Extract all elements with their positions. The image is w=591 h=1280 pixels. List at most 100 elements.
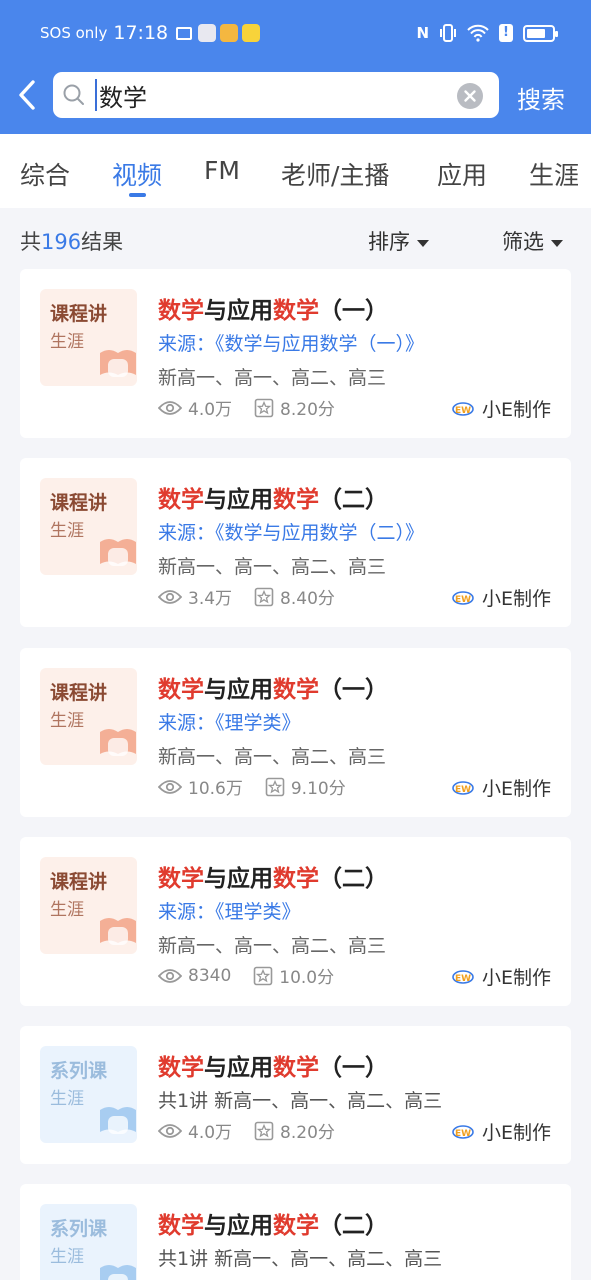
tab-video[interactable]: 视频 — [112, 156, 162, 192]
battery-icon — [523, 24, 558, 42]
book-icon — [100, 729, 136, 756]
view-count: 10.6万 — [188, 779, 243, 799]
tab-comprehensive[interactable]: 综合 — [20, 156, 70, 192]
thumbnail-tag: 系列课 — [50, 1218, 108, 1240]
result-card[interactable]: 课程讲 生涯 数学与应用数学（一） 来源：《数学与应用数学（一）》 新高一、高一、高二、… — [20, 269, 571, 438]
maker-label: 小E制作 — [481, 588, 551, 610]
thumbnail[interactable]: 课程讲 生涯 — [40, 478, 137, 575]
view-count: 4.0万 — [188, 400, 233, 420]
active-tab-indicator — [129, 193, 146, 197]
thumbnail-sub: 生涯 — [50, 900, 84, 920]
thumbnail[interactable]: 课程讲 生涯 — [40, 668, 137, 765]
stats-row: 4.0万 8.20分 — [158, 395, 357, 420]
top-bar: SOS only 17:18 N ! 搜索 — [0, 0, 591, 134]
result-title[interactable]: 数学与应用数学（一） — [158, 670, 388, 704]
filter-dropdown[interactable]: 筛选 — [502, 226, 563, 256]
source-link[interactable]: 来源：《理学类》 — [158, 897, 301, 924]
clear-icon[interactable] — [457, 83, 483, 109]
source-link[interactable]: 来源：《理学类》 — [158, 708, 301, 735]
result-card[interactable]: 课程讲 生涯 数学与应用数学（二） 来源：《理学类》 新高一、高一、高二、高三 8340 1… — [20, 837, 571, 1006]
result-card[interactable]: 课程讲 生涯 数学与应用数学（二） 来源：《数学与应用数学（二）》新高一、高一、高二、… — [20, 458, 571, 627]
tab-career[interactable]: 生涯 — [529, 156, 579, 192]
search-icon — [63, 84, 84, 105]
search-box[interactable] — [53, 72, 499, 118]
status-bar: SOS only 17:18 N ! — [40, 18, 558, 48]
thumbnail[interactable]: 课程讲 生涯 — [40, 857, 137, 954]
maker-logo-icon: EW — [452, 590, 474, 605]
score: 9.10分 — [290, 779, 346, 799]
svg-text:EW: EW — [455, 1129, 471, 1139]
result-title[interactable]: 数学与应用数学（一） — [158, 291, 388, 325]
result-title[interactable]: 数学与应用数学（二） — [158, 859, 388, 893]
maker: EW 小E制作 — [452, 395, 551, 422]
book-icon — [100, 918, 136, 945]
thumbnail-tag: 课程讲 — [50, 682, 108, 704]
carrier-text: SOS only — [40, 24, 108, 42]
eye-icon — [158, 1123, 182, 1138]
score: 8.20分 — [280, 400, 335, 420]
vibrate-icon — [440, 24, 456, 42]
result-title[interactable]: 数学与应用数学（二） — [158, 1206, 388, 1240]
thumbnail[interactable]: 系列课 生涯 — [40, 1204, 137, 1280]
lecture-count-grades: 共1讲 新高一、高一、高二、高三 — [158, 1090, 443, 1112]
search-input[interactable] — [95, 79, 455, 111]
result-title[interactable]: 数学与应用数学（一） — [158, 1048, 388, 1082]
stats-row: 10.6万 9.10分 — [158, 774, 368, 799]
thumbnail-tag: 课程讲 — [50, 492, 108, 514]
result-title[interactable]: 数学与应用数学（二） — [158, 480, 388, 514]
thumbnail-sub: 生涯 — [50, 711, 84, 731]
source-link[interactable]: 来源：《数学与应用数学（一）》 — [158, 329, 424, 356]
maker-label: 小E制作 — [481, 967, 551, 989]
result-card[interactable]: 课程讲 生涯 数学与应用数学（一） 来源：《理学类》 新高一、高一、高二、高三 10.6万… — [20, 648, 571, 817]
eye-icon — [158, 968, 182, 983]
nfc-icon: N — [416, 24, 429, 42]
grade-levels: 新高一、高一、高二、高三 — [158, 935, 387, 957]
lecture-count-grades: 共1讲 新高一、高一、高二、高三 — [158, 1248, 443, 1270]
eye-icon — [158, 400, 182, 415]
mail-icon — [176, 26, 193, 40]
result-card[interactable]: 系列课 生涯 数学与应用数学（二） 共1讲 新高一、高一、高二、高三 — [20, 1184, 571, 1280]
maker: EW 小E制作 — [452, 584, 551, 611]
app-icon-3 — [242, 24, 261, 42]
thumbnail-tag: 课程讲 — [50, 303, 108, 325]
clock: 17:18 — [113, 22, 169, 44]
view-count: 3.4万 — [188, 589, 233, 609]
caret-down-icon — [551, 239, 563, 247]
thumbnail-sub: 生涯 — [50, 1089, 84, 1109]
grade-levels: 新高一、高一、高二、高三 — [158, 746, 387, 768]
result-summary: 共196结果 排序 筛选 — [0, 208, 591, 268]
system-icons: N ! — [416, 23, 558, 43]
notification-app-icons — [198, 24, 261, 42]
star-box-icon — [254, 398, 274, 417]
svg-text:EW: EW — [455, 974, 471, 984]
thumbnail-tag: 课程讲 — [50, 871, 108, 893]
star-box-icon — [254, 1121, 274, 1140]
star-box-icon — [265, 777, 285, 796]
source-link[interactable]: 来源：《数学与应用数学（二）》 — [158, 518, 424, 545]
score: 10.0分 — [279, 968, 335, 988]
tab-apps[interactable]: 应用 — [437, 156, 487, 192]
thumbnail[interactable]: 系列课 生涯 — [40, 1046, 137, 1143]
search-button[interactable]: 搜索 — [517, 80, 565, 115]
eye-icon — [158, 779, 182, 794]
stats-row: 4.0万 8.20分 — [158, 1118, 357, 1143]
score: 8.20分 — [280, 1123, 335, 1143]
svg-text:EW: EW — [455, 406, 471, 416]
tab-teachers[interactable]: 老师/主播 — [281, 156, 389, 192]
maker: EW 小E制作 — [452, 963, 551, 990]
result-card[interactable]: 系列课 生涯 数学与应用数学（一） 共1讲 新高一、高一、高二、高三 4.0万 8.20分… — [20, 1026, 571, 1164]
thumbnail-sub: 生涯 — [50, 332, 84, 352]
eye-icon — [158, 589, 182, 604]
stats-row: 8340 10.0分 — [158, 963, 356, 988]
sort-dropdown[interactable]: 排序 — [368, 226, 429, 256]
maker: EW 小E制作 — [452, 1118, 551, 1145]
maker-logo-icon: EW — [452, 780, 474, 795]
maker: EW 小E制作 — [452, 774, 551, 801]
svg-text:EW: EW — [455, 785, 471, 795]
tab-bar: 综合 视频 FM 老师/主播 应用 生涯 — [0, 134, 591, 208]
view-count: 8340 — [188, 965, 232, 986]
chevron-left-icon[interactable] — [14, 78, 40, 112]
thumbnail[interactable]: 课程讲 生涯 — [40, 289, 137, 386]
tab-fm[interactable]: FM — [204, 156, 240, 185]
grade-levels: 新高一、高一、高二、高三 — [158, 556, 387, 578]
